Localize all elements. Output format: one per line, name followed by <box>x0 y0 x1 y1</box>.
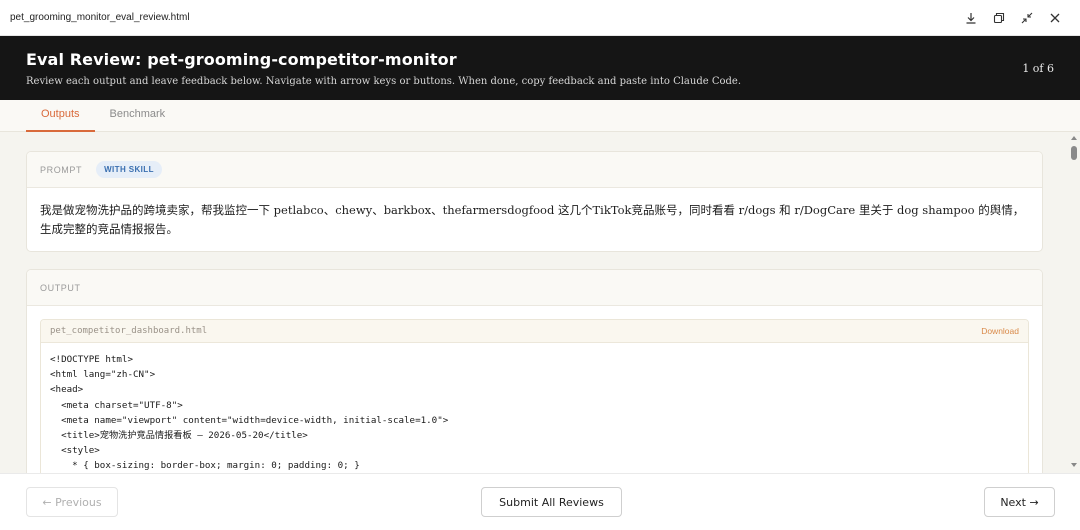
code-line: <meta charset="UTF-8"> <box>50 399 183 411</box>
restore-icon[interactable] <box>992 11 1006 25</box>
previous-button[interactable]: ← Previous <box>26 487 118 517</box>
output-body: pet_competitor_dashboard.html Download <… <box>27 306 1042 473</box>
progress-counter: 1 of 6 <box>1022 62 1054 75</box>
output-card: OUTPUT pet_competitor_dashboard.html Dow… <box>26 269 1043 473</box>
code-line: * { box-sizing: border-box; margin: 0; p… <box>50 460 360 472</box>
prompt-label: PROMPT <box>40 164 83 175</box>
code-line: <title>宠物洗护竞品情报看板 — 2026-05-20</title> <box>50 430 308 442</box>
output-card-header: OUTPUT <box>27 270 1042 306</box>
code-line: <style> <box>50 445 100 457</box>
output-label: OUTPUT <box>40 282 81 293</box>
submit-all-reviews-button[interactable]: Submit All Reviews <box>481 487 622 517</box>
code-line: <!DOCTYPE html> <box>50 354 133 365</box>
collapse-icon[interactable] <box>1020 11 1034 25</box>
window-filename: pet_grooming_monitor_eval_review.html <box>10 12 190 23</box>
scroll-up-arrow-icon[interactable] <box>1071 136 1077 140</box>
code-line: <head> <box>50 384 84 396</box>
download-link[interactable]: Download <box>981 326 1019 336</box>
code-block: <!DOCTYPE html> <html lang="zh-CN"> <head>… <box>41 343 1028 473</box>
with-skill-badge: WITH SKILL <box>96 161 162 178</box>
close-icon[interactable] <box>1048 11 1062 25</box>
footer-nav: ← Previous Submit All Reviews Next → <box>0 473 1080 530</box>
file-name: pet_competitor_dashboard.html <box>50 326 208 336</box>
file-preview: pet_competitor_dashboard.html Download <… <box>40 319 1029 473</box>
page-subtitle: Review each output and leave feedback be… <box>26 76 741 87</box>
page-title: Eval Review: pet-grooming-competitor-mon… <box>26 50 457 69</box>
main-content[interactable]: PROMPT WITH SKILL 我是做宠物洗护品的跨境卖家，帮我监控一下 p… <box>0 132 1068 473</box>
vertical-scrollbar[interactable] <box>1068 132 1080 473</box>
scroll-down-arrow-icon[interactable] <box>1071 463 1077 467</box>
download-icon[interactable] <box>964 11 978 25</box>
tab-benchmark[interactable]: Benchmark <box>95 100 181 132</box>
code-line: <html lang="zh-CN"> <box>50 369 156 381</box>
prompt-card: PROMPT WITH SKILL 我是做宠物洗护品的跨境卖家，帮我监控一下 p… <box>26 151 1043 252</box>
next-button[interactable]: Next → <box>984 487 1055 517</box>
code-line: <meta name="viewport" content="width=dev… <box>50 414 449 426</box>
prompt-text: 我是做宠物洗护品的跨境卖家，帮我监控一下 petlabco、chewy、bark… <box>40 203 1025 236</box>
review-header: Eval Review: pet-grooming-competitor-mon… <box>0 36 1080 100</box>
window-controls <box>964 11 1070 25</box>
scrollbar-thumb[interactable] <box>1071 146 1077 160</box>
prompt-card-header: PROMPT WITH SKILL <box>27 152 1042 188</box>
tab-outputs[interactable]: Outputs <box>26 100 95 132</box>
tab-bar: Outputs Benchmark <box>0 100 1080 132</box>
file-preview-header: pet_competitor_dashboard.html Download <box>41 320 1028 343</box>
window-titlebar: pet_grooming_monitor_eval_review.html <box>0 0 1080 36</box>
